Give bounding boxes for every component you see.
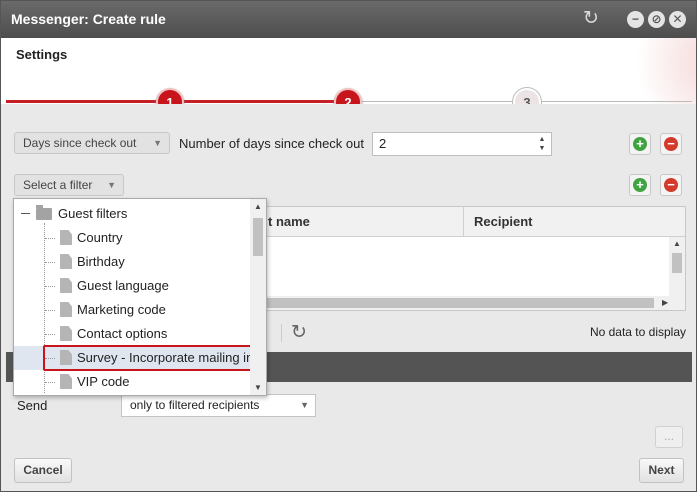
refresh-icon[interactable]: ↻ [581,9,601,29]
scroll-thumb[interactable] [253,218,263,256]
window-title: Messenger: Create rule [11,11,166,27]
tree-branch-line [45,286,55,287]
decorative-curve [621,38,696,104]
scroll-thumb[interactable] [672,253,682,273]
tree-item-birthday[interactable]: Birthday [14,250,250,274]
scroll-up-icon[interactable]: ▲ [673,239,681,248]
days-number-input[interactable]: 2 ▲ ▼ [372,132,552,156]
folder-icon [36,205,52,220]
chevron-down-icon: ▼ [107,180,116,190]
days-number-value: 2 [379,136,387,151]
tree-branch-line [45,310,55,311]
document-icon [60,326,72,341]
number-spinner-icon[interactable]: ▲ ▼ [537,135,547,153]
add-filter-button[interactable]: + [629,174,651,196]
close-icon[interactable]: ✕ [669,11,686,28]
filter-select-value: Select a filter [23,178,93,192]
tree-item-label: Marketing code [77,302,166,317]
filter-dropdown-tree: Guest filters Country Birthday Guest lan… [13,198,267,396]
filter-select[interactable]: Select a filter ▼ [14,174,124,196]
minus-icon: − [664,178,678,192]
tree-branch-line [45,262,55,263]
send-select-value: only to filtered recipients [130,398,260,412]
number-label: Number of days since check out [179,136,364,151]
tree-item-guest-language[interactable]: Guest language [14,274,250,298]
scroll-thumb[interactable] [264,298,654,308]
tree-group-label: Guest filters [58,206,128,221]
messenger-window: Messenger: Create rule ↻ − ⊘ ✕ Settings … [0,0,697,492]
plus-icon: + [633,178,647,192]
criteria-type-select[interactable]: Days since check out ▼ [14,132,170,154]
chevron-down-icon: ▼ [153,138,162,148]
column-recipient-header[interactable]: Recipient [474,207,533,236]
document-icon [60,230,72,245]
tree-item-label: Contact options [77,326,168,341]
tree-item-vip-code[interactable]: VIP code [14,370,250,394]
settings-label: Settings [16,47,68,62]
document-icon [60,278,72,293]
document-icon [60,302,72,317]
scroll-down-icon[interactable]: ▼ [254,383,262,392]
column-separator [463,207,464,236]
step-2[interactable]: 2 [334,88,362,104]
step-1[interactable]: 1 [156,88,184,104]
remove-criteria-button[interactable]: − [660,133,682,155]
tree-item-label: Country [77,230,123,245]
tree-scrollbar[interactable]: ▲ ▼ [250,199,266,395]
plus-icon: + [633,137,647,151]
collapse-icon[interactable] [21,213,30,214]
highlight-annotation-box [43,345,261,371]
add-criteria-button[interactable]: + [629,133,651,155]
cancel-button[interactable]: Cancel [14,458,72,483]
tree-item-contact-options[interactable]: Contact options [14,322,250,346]
tree-item-label: Guest language [77,278,169,293]
tree-item-label: VIP code [77,374,130,389]
document-icon [60,254,72,269]
restore-icon[interactable]: ⊘ [648,11,665,28]
remove-filter-button[interactable]: − [660,174,682,196]
send-select[interactable]: only to filtered recipients ▼ [121,394,316,417]
document-icon [60,374,72,389]
tree-item-country[interactable]: Country [14,226,250,250]
empty-grid-message: No data to display [589,325,686,339]
tree-branch-line [45,334,55,335]
more-options-button[interactable]: ... [655,426,683,448]
grid-vertical-scrollbar[interactable]: ▲ [669,237,685,297]
scroll-up-icon[interactable]: ▲ [254,202,262,211]
tree-branch-line [45,382,55,383]
chevron-down-icon: ▼ [300,400,309,410]
send-label: Send [17,398,48,413]
tree-group-guest-filters[interactable]: Guest filters [14,202,250,226]
minus-icon: − [664,137,678,151]
criteria-type-value: Days since check out [23,136,137,150]
step-3[interactable]: 3 [513,88,541,104]
tree-item-marketing-code[interactable]: Marketing code [14,298,250,322]
column-name-header[interactable]: t name [268,207,310,236]
title-bar: Messenger: Create rule ↻ − ⊘ ✕ [1,1,696,38]
settings-header: Settings 1 2 3 [1,38,696,104]
tree-branch-line [45,238,55,239]
pager-separator [281,324,282,342]
minimize-icon[interactable]: − [627,11,644,28]
tree-item-label: Birthday [77,254,125,269]
refresh-icon[interactable]: ↻ [291,321,307,344]
next-button[interactable]: Next [639,458,684,483]
scroll-right-icon[interactable]: ▶ [662,298,668,307]
